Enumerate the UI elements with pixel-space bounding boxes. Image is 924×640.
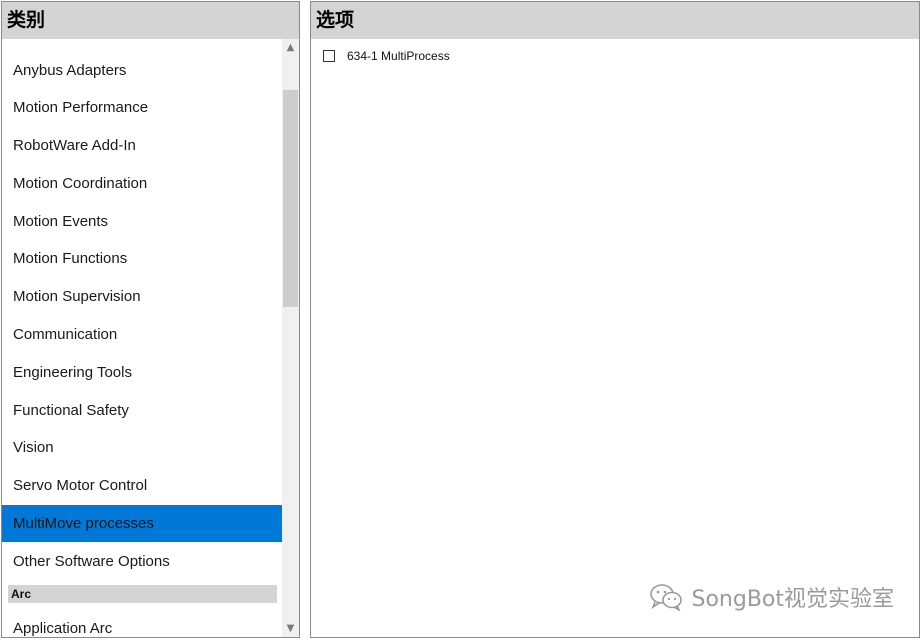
category-item-multimove-processes[interactable]: MultiMove processes bbox=[2, 505, 282, 542]
category-item-anybus-adapters[interactable]: Anybus Adapters bbox=[2, 52, 282, 89]
group-header-arc: Arc bbox=[8, 585, 277, 603]
category-scrollbar[interactable]: ▲ ▼ bbox=[282, 39, 299, 637]
category-item-application-arc[interactable]: Application Arc bbox=[2, 610, 282, 637]
category-item-engineering-tools[interactable]: Engineering Tools bbox=[2, 354, 282, 391]
category-item-motion-performance[interactable]: Motion Performance bbox=[2, 89, 282, 126]
chevron-down-icon[interactable]: ▼ bbox=[282, 620, 299, 637]
chevron-up-icon[interactable]: ▲ bbox=[282, 39, 299, 56]
category-item-motion-supervision[interactable]: Motion Supervision bbox=[2, 278, 282, 315]
category-item-motion-coordination[interactable]: Motion Coordination bbox=[2, 165, 282, 202]
category-list: Anybus Adapters Motion Performance Robot… bbox=[2, 39, 282, 637]
watermark-text: SongBot视觉实验室 bbox=[691, 587, 894, 612]
options-panel: 选项 634-1 MultiProcess bbox=[310, 1, 920, 638]
category-item-other-software-options[interactable]: Other Software Options bbox=[2, 543, 282, 580]
watermark: SongBot视觉实验室 bbox=[649, 581, 894, 613]
scrollbar-thumb[interactable] bbox=[283, 90, 298, 307]
option-label: 634-1 MultiProcess bbox=[347, 49, 450, 63]
category-item-communication[interactable]: Communication bbox=[2, 316, 282, 353]
category-item-motion-functions[interactable]: Motion Functions bbox=[2, 240, 282, 277]
option-checkbox[interactable] bbox=[323, 50, 335, 62]
option-row-634-1[interactable]: 634-1 MultiProcess bbox=[323, 47, 450, 65]
category-item-servo-motor-control[interactable]: Servo Motor Control bbox=[2, 467, 282, 504]
category-item-vision[interactable]: Vision bbox=[2, 429, 282, 466]
category-panel: 类别 Anybus Adapters Motion Performance Ro… bbox=[1, 1, 300, 638]
category-item-robotware-add-in[interactable]: RobotWare Add-In bbox=[2, 127, 282, 164]
options-panel-header: 选项 bbox=[311, 2, 919, 39]
category-item-motion-events[interactable]: Motion Events bbox=[2, 203, 282, 240]
category-panel-header: 类别 bbox=[2, 2, 299, 39]
wechat-icon bbox=[650, 584, 683, 611]
category-item-functional-safety[interactable]: Functional Safety bbox=[2, 392, 282, 429]
